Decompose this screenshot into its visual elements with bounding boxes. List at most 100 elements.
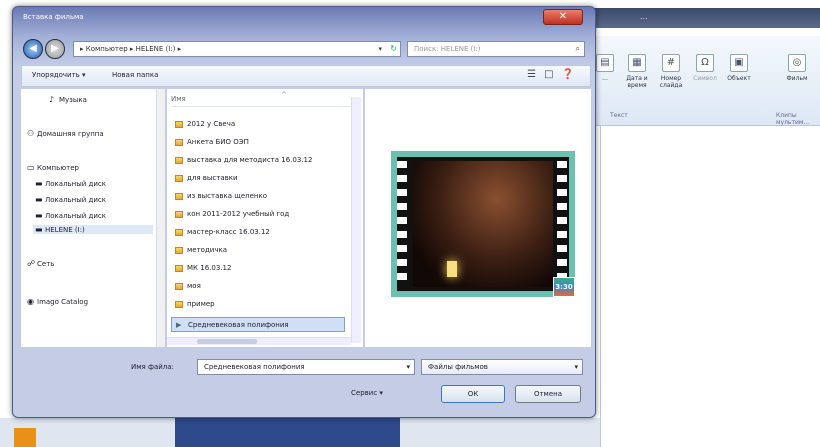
drive-icon: ▬ bbox=[35, 195, 43, 204]
scroll-thumb[interactable] bbox=[197, 339, 257, 344]
file-list-horizontal-scrollbar[interactable] bbox=[167, 337, 351, 345]
search-input[interactable]: Поиск: HELENE (I:) ⌕ bbox=[407, 41, 585, 57]
ribbon-button-object[interactable]: ▣ Объект bbox=[722, 54, 756, 82]
folder-icon bbox=[175, 228, 183, 236]
ribbon-button-symbol[interactable]: Ω Символ bbox=[688, 54, 722, 82]
ribbon-button-date-time[interactable]: ▦ Дата и время bbox=[620, 54, 654, 89]
list-item-selected[interactable]: ▶ Средневековая полифония bbox=[171, 317, 345, 332]
preview-pane-icon[interactable]: □ bbox=[544, 69, 561, 80]
list-item[interactable]: моя bbox=[171, 279, 345, 294]
insert-movie-dialog: Вставка фильма ✕ ◀ ▶ ▸ Компьютер ▸ HELEN… bbox=[12, 6, 596, 418]
list-item[interactable]: пример bbox=[171, 297, 345, 312]
candle-light bbox=[447, 261, 457, 277]
omega-icon: Ω bbox=[696, 54, 714, 72]
folder-icon bbox=[175, 138, 183, 146]
folder-icon bbox=[175, 246, 183, 254]
nav-item-music[interactable]: ♪ Музыка bbox=[49, 95, 87, 104]
filename-label: Имя файла: bbox=[131, 363, 174, 371]
close-button[interactable]: ✕ bbox=[543, 9, 583, 25]
folder-icon bbox=[175, 156, 183, 164]
nav-item-local-disk-2[interactable]: ▬ Локальный диск bbox=[35, 195, 106, 204]
nav-item-local-disk-1[interactable]: ▬ Локальный диск bbox=[35, 179, 106, 188]
insert-icon: ▤ bbox=[596, 54, 614, 72]
calendar-icon: ▦ bbox=[628, 54, 646, 72]
object-icon: ▣ bbox=[730, 54, 748, 72]
search-icon[interactable]: ⌕ bbox=[576, 44, 580, 54]
computer-icon: ▭ bbox=[27, 163, 35, 172]
forward-arrow-icon: ▶ bbox=[51, 43, 59, 54]
nav-item-helene[interactable]: ▬ HELENE (I:) bbox=[33, 225, 153, 234]
drive-icon: ▬ bbox=[35, 179, 43, 188]
background-title-bar: ... bbox=[560, 8, 820, 28]
catalog-icon: ◉ bbox=[27, 297, 34, 306]
refresh-icon[interactable]: ↻ bbox=[390, 44, 397, 53]
new-folder-button[interactable]: Новая папка bbox=[112, 71, 158, 79]
view-options-icon[interactable]: ☰ bbox=[527, 69, 544, 80]
duration-badge: 3:30 bbox=[553, 277, 575, 297]
chevron-down-icon[interactable]: ▾ bbox=[378, 45, 382, 53]
nav-scrollbar[interactable] bbox=[157, 89, 165, 347]
file-list: Имя ^ 2012 у Свеча Анкета БИО ОЭП выставк… bbox=[167, 89, 363, 347]
navigation-pane: ♪ Музыка ⚇ Домашняя группа ▭ Компьютер ▬ Лок… bbox=[21, 89, 157, 347]
ribbon-button-movie[interactable]: ◎ Фильм bbox=[780, 54, 814, 82]
film-icon: ◎ bbox=[788, 54, 806, 72]
organize-button[interactable]: Упорядочить ▾ bbox=[32, 71, 86, 79]
ribbon-group-text: Текст bbox=[610, 112, 628, 119]
sort-arrow-icon: ^ bbox=[281, 91, 287, 99]
nav-item-homegroup[interactable]: ⚇ Домашняя группа bbox=[27, 129, 104, 138]
list-item[interactable]: Анкета БИО ОЭП bbox=[171, 135, 345, 150]
search-placeholder: Поиск: HELENE (I:) bbox=[414, 45, 481, 53]
preview-pane: 3:30 bbox=[365, 89, 591, 347]
video-frame bbox=[413, 161, 553, 287]
nav-item-local-disk-3[interactable]: ▬ Локальный диск bbox=[35, 211, 106, 220]
folder-icon bbox=[175, 210, 183, 218]
film-perforation-left bbox=[397, 161, 407, 287]
list-item[interactable]: для выставки bbox=[171, 171, 345, 186]
folder-icon bbox=[175, 120, 183, 128]
ribbon-group-media: Клипы мультим... bbox=[776, 112, 810, 126]
nav-item-imago-catalog[interactable]: ◉ Imago Catalog bbox=[27, 297, 88, 306]
usb-drive-icon: ▬ bbox=[35, 225, 43, 234]
list-item[interactable]: из выставка щеленко bbox=[171, 189, 345, 204]
help-icon[interactable]: ❓ bbox=[562, 69, 582, 80]
folder-icon bbox=[175, 174, 183, 182]
column-header-name[interactable]: Имя ^ bbox=[171, 91, 351, 107]
drive-icon: ▬ bbox=[35, 211, 43, 220]
list-item[interactable]: МК 16.03.12 bbox=[171, 261, 345, 276]
list-item[interactable]: 2012 у Свеча bbox=[171, 117, 345, 132]
list-item[interactable]: методичка bbox=[171, 243, 345, 258]
service-button[interactable]: Сервис ▾ bbox=[351, 389, 383, 397]
slide-number-icon: # bbox=[662, 54, 680, 72]
dialog-title: Вставка фильма bbox=[23, 13, 84, 21]
file-list-vertical-scrollbar[interactable] bbox=[351, 97, 361, 343]
network-icon: ☍ bbox=[27, 259, 36, 268]
back-arrow-icon: ◀ bbox=[29, 43, 37, 54]
video-file-icon: ▶ bbox=[176, 321, 182, 329]
video-thumbnail: 3:30 bbox=[391, 151, 575, 297]
folder-icon bbox=[175, 264, 183, 272]
list-item[interactable]: мастер-класс 16.03.12 bbox=[171, 225, 345, 240]
forward-button[interactable]: ▶ bbox=[45, 39, 65, 59]
list-item[interactable]: кон 2011-2012 учебный год bbox=[171, 207, 345, 222]
list-item[interactable]: выставка для методиста 16.03.12 bbox=[171, 153, 345, 168]
slide-canvas bbox=[600, 126, 820, 447]
address-bar[interactable]: ▸ Компьютер ▸ HELENE (I:) ▸ ▾ ↻ bbox=[73, 41, 401, 57]
dialog-footer: Имя файла: Средневековая полифония ▾ Файл… bbox=[21, 349, 591, 411]
nav-item-computer[interactable]: ▭ Компьютер bbox=[27, 163, 79, 172]
breadcrumb: ▸ Компьютер ▸ HELENE (I:) ▸ bbox=[80, 45, 182, 53]
ok-button[interactable]: ОК bbox=[441, 385, 505, 403]
filetype-select[interactable]: Файлы фильмов ▾ bbox=[421, 359, 583, 375]
chevron-down-icon[interactable]: ▾ bbox=[574, 363, 578, 371]
blue-block bbox=[175, 418, 400, 447]
address-row: ◀ ▶ ▸ Компьютер ▸ HELENE (I:) ▸ ▾ ↻ Поис… bbox=[21, 37, 591, 61]
ribbon-button-slide-number[interactable]: # Номер слайда bbox=[654, 54, 688, 89]
cancel-button[interactable]: Отмена bbox=[515, 385, 581, 403]
orange-block bbox=[14, 428, 36, 447]
nav-item-network[interactable]: ☍ Сеть bbox=[27, 259, 54, 268]
background-bottom-strip bbox=[0, 418, 600, 447]
chevron-down-icon[interactable]: ▾ bbox=[406, 363, 410, 371]
folder-icon bbox=[175, 282, 183, 290]
folder-icon bbox=[175, 192, 183, 200]
filename-input[interactable]: Средневековая полифония ▾ bbox=[197, 359, 415, 375]
back-button[interactable]: ◀ bbox=[23, 39, 43, 59]
